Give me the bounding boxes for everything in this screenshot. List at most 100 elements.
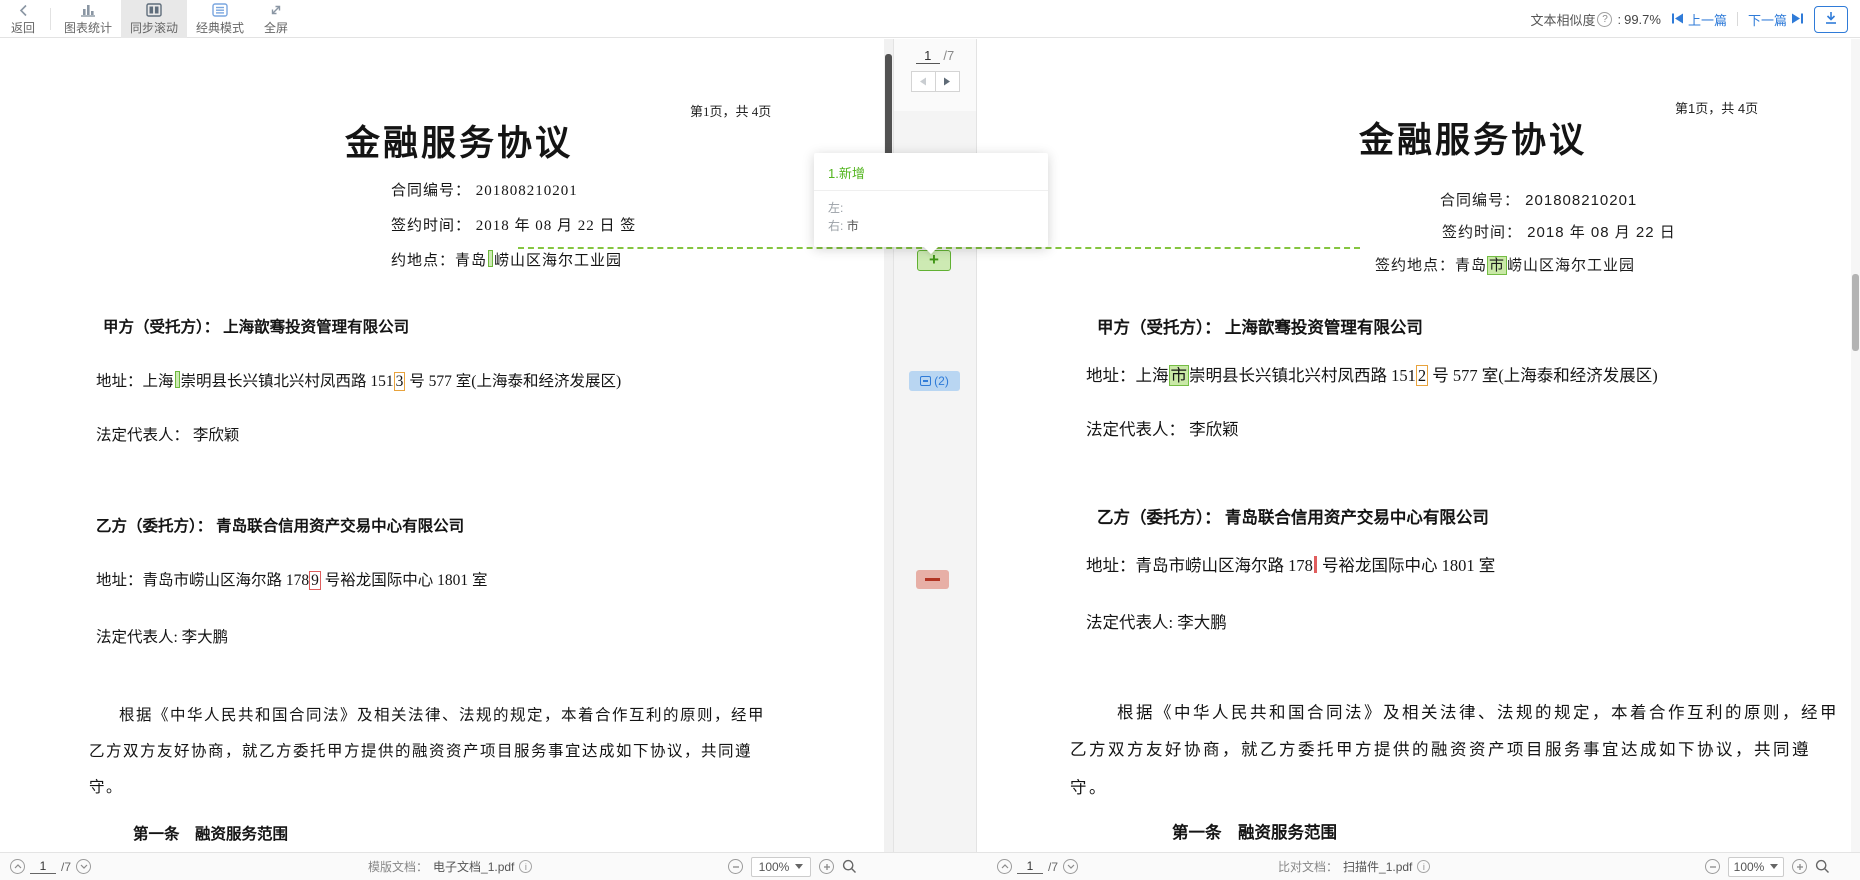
fullscreen-label: 全屏 <box>264 19 288 36</box>
sync-scroll-button[interactable]: 同步滚动 <box>121 0 187 38</box>
compare-doc-label: 比对文档： <box>1278 858 1338 875</box>
right-sign-place-post: 崂山区海尔工业园 <box>1507 257 1635 274</box>
insert-point-marker[interactable] <box>175 371 180 388</box>
similarity-readout: 文本相似度 ? : 99.7% <box>1530 10 1661 29</box>
modified-text-highlight[interactable]: 3 <box>394 372 406 391</box>
tooltip-right-value: 市 <box>847 219 859 233</box>
right-page-nav: 1 /7 <box>997 853 1078 880</box>
zoom-level-value: 100% <box>1734 860 1765 874</box>
download-button[interactable] <box>1814 6 1848 33</box>
left-page-total: /7 <box>61 860 71 874</box>
toolbar-left-group: 返回 图表统计 同步滚动 <box>0 0 299 38</box>
help-icon[interactable]: ? <box>1597 12 1612 27</box>
chart-stats-label: 图表统计 <box>64 19 112 36</box>
insert-diff-marker[interactable]: + <box>917 250 951 271</box>
left-page-input[interactable]: 1 <box>30 859 56 874</box>
zoom-level-value: 100% <box>759 860 790 874</box>
left-doc-title: 金融服务协议 <box>345 115 573 166</box>
delete-point-marker[interactable] <box>1314 556 1317 573</box>
right-contract-no: 合同编号： 201808210201 <box>1440 189 1637 210</box>
left-address-a-mid: 崇明县长兴镇北兴村凤西路 151 <box>181 373 394 390</box>
zoom-out-button[interactable] <box>1705 859 1720 874</box>
fullscreen-icon <box>269 2 283 17</box>
right-address-a-mid: 崇明县长兴镇北兴村凤西路 151 <box>1189 366 1416 385</box>
zoom-in-button[interactable] <box>1792 859 1807 874</box>
zoom-level-select[interactable]: 100% <box>751 857 811 877</box>
left-party-b: 乙方（委托方）： 青岛联合信用资产交易中心有限公司 <box>96 514 464 536</box>
info-icon[interactable]: i <box>1417 860 1430 873</box>
similarity-label: 文本相似度 <box>1530 10 1595 29</box>
triangle-right-icon <box>943 77 951 86</box>
skip-next-icon <box>1791 12 1804 27</box>
chart-stats-button[interactable]: 图表统计 <box>55 0 121 38</box>
page-down-button[interactable] <box>76 859 91 874</box>
left-address-a: 地址：上海崇明县长兴镇北兴村凤西路 1513 号 577 室(上海泰和经济发展区… <box>96 369 621 391</box>
zoom-level-select[interactable]: 100% <box>1728 857 1784 877</box>
compare-doc-pane: 第1页，共 4页 金融服务协议 合同编号： 201808210201 签约时间：… <box>977 39 1860 852</box>
page-down-button[interactable] <box>1063 859 1078 874</box>
delete-diff-marker[interactable] <box>916 570 949 589</box>
diff-prev-button[interactable] <box>911 71 936 92</box>
search-icon[interactable] <box>842 859 857 874</box>
right-paragraph-line2: 乙方双方友好协商，就乙方委托甲方提供的融资资产项目服务事宜达成如下协议，共同遵 <box>1070 736 1811 760</box>
zoom-in-button[interactable] <box>819 859 834 874</box>
next-doc-button[interactable]: 下一篇 <box>1748 10 1804 29</box>
right-legal-rep-a: 法定代表人： 李欣颖 <box>1086 416 1239 440</box>
sync-scroll-icon <box>146 2 162 17</box>
diff-page-input[interactable]: 1 <box>916 48 940 64</box>
left-contract-no: 合同编号： 201808210201 <box>391 179 578 200</box>
template-doc-pane: 第1页，共 4页 金融服务协议 合同编号： 201808210201 签约时间：… <box>0 39 893 852</box>
deleted-text-highlight[interactable]: 9 <box>309 571 321 590</box>
minus-icon <box>925 578 940 581</box>
left-address-b-post: 号裕龙国际中心 1801 室 <box>321 572 488 589</box>
chevron-up-icon <box>14 864 22 869</box>
page-up-button[interactable] <box>997 859 1012 874</box>
chevron-up-icon <box>1001 864 1009 869</box>
fullscreen-button[interactable]: 全屏 <box>253 0 299 38</box>
left-sign-place: 约地点：青岛崂山区海尔工业园 <box>391 249 622 270</box>
back-button[interactable]: 返回 <box>0 0 46 38</box>
left-address-a-pre: 地址：上海 <box>96 373 174 390</box>
back-icon <box>19 2 28 17</box>
similarity-value: 99.7% <box>1624 12 1661 27</box>
search-icon[interactable] <box>1815 859 1830 874</box>
tooltip-left-label: 左: <box>828 201 843 215</box>
prev-doc-label: 上一篇 <box>1688 10 1727 29</box>
diff-page-total: /7 <box>943 48 954 63</box>
inserted-text-highlight[interactable]: 市 <box>1487 256 1507 275</box>
tooltip-right-label: 右: <box>828 219 843 233</box>
left-party-a: 甲方（受托方）： 上海歆骞投资管理有限公司 <box>103 315 409 337</box>
top-toolbar: 返回 图表统计 同步滚动 <box>0 0 1860 38</box>
right-paragraph-line3: 守。 <box>1070 774 1108 798</box>
chevron-down-icon <box>795 864 803 869</box>
right-sign-time: 签约时间： 2018 年 08 月 22 日 <box>1442 221 1676 242</box>
left-sign-time: 签约时间： 2018 年 08 月 22 日 签 <box>391 214 636 235</box>
chevron-down-icon <box>1770 864 1778 869</box>
diff-next-button[interactable] <box>935 71 960 92</box>
triangle-left-icon <box>919 77 927 86</box>
prev-doc-button[interactable]: 上一篇 <box>1671 10 1727 29</box>
right-page-input[interactable]: 1 <box>1017 859 1043 874</box>
right-pane-scrollbar-thumb[interactable] <box>1852 274 1859 351</box>
toolbar-right-divider <box>1737 12 1738 26</box>
plus-icon <box>1796 863 1804 871</box>
info-icon[interactable]: i <box>519 860 532 873</box>
classic-mode-button[interactable]: 经典模式 <box>187 0 253 38</box>
left-address-b: 地址：青岛市崂山区海尔路 1789 号裕龙国际中心 1801 室 <box>96 568 488 590</box>
modified-text-highlight[interactable]: 2 <box>1416 365 1428 386</box>
insert-point-marker[interactable] <box>488 250 493 267</box>
left-paragraph-line1: 根据《中华人民共和国合同法》及相关法律、法规的规定，本着合作互利的原则，经甲 <box>119 703 765 725</box>
right-doc-title: 金融服务协议 <box>1359 112 1587 163</box>
right-party-b: 乙方（委托方）： 青岛联合信用资产交易中心有限公司 <box>1097 504 1489 528</box>
left-legal-rep-a: 法定代表人： 李欣颖 <box>96 423 239 445</box>
right-legal-rep-b: 法定代表人: 李大鹏 <box>1086 609 1227 633</box>
modify-diff-marker[interactable]: (2) <box>909 371 960 391</box>
diff-tooltip-title: 1.新增 <box>814 153 1048 191</box>
similarity-separator: : <box>1617 12 1621 27</box>
page-up-button[interactable] <box>10 859 25 874</box>
zoom-out-button[interactable] <box>728 859 743 874</box>
toolbar-divider <box>50 8 51 30</box>
right-address-b-pre: 地址：青岛市崂山区海尔路 178 <box>1086 556 1313 575</box>
right-pane-scrollbar[interactable] <box>1851 39 1860 852</box>
inserted-text-highlight[interactable]: 市 <box>1169 365 1190 386</box>
